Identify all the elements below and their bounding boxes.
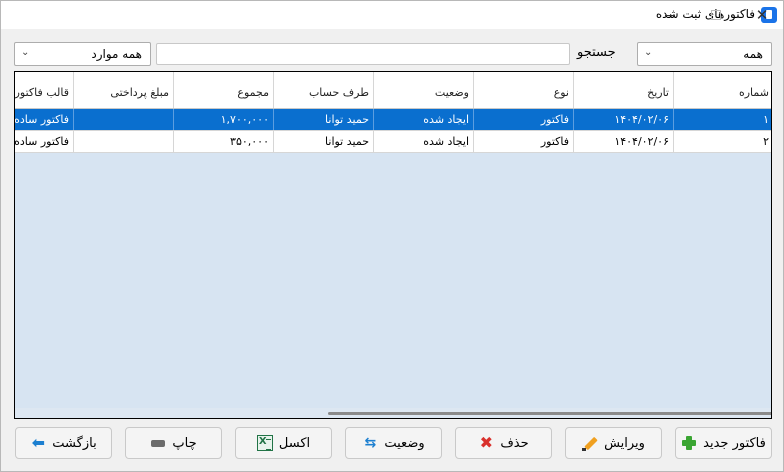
search-label: جستجو [577,45,616,60]
cell-account: حمید توانا [273,131,373,152]
cell-paid [73,131,173,152]
print-label: چاپ [172,435,197,451]
delete-icon: ✖ [479,433,494,452]
status-button[interactable]: ⇆ وضعیت [345,427,442,459]
cell-template: فاکتور ساده [15,113,69,126]
cell-status: ایجاد شده [373,109,473,130]
search-input[interactable] [156,43,570,65]
back-button[interactable]: ⬅ بازگشت [15,427,112,459]
new-invoice-label: فاکتور جدید [703,435,766,451]
edit-button[interactable]: ویرایش [565,427,662,459]
status-filter-dropdown[interactable]: همه موارد ⌄ [14,42,151,66]
excel-label: اکسل [278,435,311,451]
cell-date: ۱۴۰۴/۰۲/۰۶ [573,131,673,152]
scope-dropdown-value: همه [743,47,763,61]
plus-icon [681,435,697,451]
maximize-button[interactable] [693,1,739,29]
excel-export-button[interactable]: اکسل [235,427,332,459]
column-header-template[interactable]: قالب فاکتور [15,72,73,108]
cell-date: ۱۴۰۴/۰۲/۰۶ [573,109,673,130]
cell-account: حمید توانا [273,109,373,130]
delete-button[interactable]: ✖ حذف [455,427,552,459]
chevron-down-icon: ⌄ [644,47,653,58]
cell-type: فاکتور [473,131,573,152]
column-header-total[interactable]: مجموع [173,72,273,108]
status-label: وضعیت [384,435,425,451]
cell-type: فاکتور [473,109,573,130]
column-header-date[interactable]: تاریخ [573,72,673,108]
swap-icon: ⇆ [364,435,377,451]
column-header-paid[interactable]: مبلغ پرداختی [73,72,173,108]
arrow-left-icon: ⬅ [31,433,45,452]
close-icon: ✕ [755,6,769,24]
cell-number: ۱ [673,109,771,130]
invoices-window: فاکتورهای ثبت شده ✕ همه ⌄ جستجو همه موار… [0,0,784,472]
table-row[interactable]: ۲ ۱۴۰۴/۰۲/۰۶ فاکتور ایجاد شده حمید توانا… [15,131,771,153]
minimize-button[interactable] [647,1,693,29]
grid-header: شماره تاریخ نوع وضعیت طرف حساب مجموع مبل… [15,72,771,109]
print-button[interactable]: چاپ [125,427,222,459]
status-filter-value: همه موارد [91,47,142,61]
delete-label: حذف [500,435,529,451]
cell-paid [73,109,173,130]
scope-dropdown[interactable]: همه ⌄ [637,42,772,66]
new-invoice-button[interactable]: فاکتور جدید [675,427,772,459]
edit-label: ویرایش [604,435,645,451]
printer-icon [150,435,166,452]
cell-template: فاکتور ساده [15,135,69,148]
horizontal-scrollbar[interactable] [15,408,771,418]
scrollbar-thumb[interactable] [328,412,771,415]
pencil-icon [582,435,598,451]
cell-total: ۱,۷۰۰,۰۰۰ [173,109,273,130]
minimize-icon [665,14,675,16]
column-header-account[interactable]: طرف حساب [273,72,373,108]
title-bar[interactable]: فاکتورهای ثبت شده ✕ [1,1,783,29]
invoices-grid[interactable]: شماره تاریخ نوع وضعیت طرف حساب مجموع مبل… [14,71,772,419]
column-header-status[interactable]: وضعیت [373,72,473,108]
cell-number: ۲ [673,131,771,152]
column-header-type[interactable]: نوع [473,72,573,108]
cell-status: ایجاد شده [373,131,473,152]
table-row[interactable]: ۱ ۱۴۰۴/۰۲/۰۶ فاکتور ایجاد شده حمید توانا… [15,109,771,131]
back-label: بازگشت [52,435,97,451]
chevron-down-icon: ⌄ [21,47,30,58]
close-button[interactable]: ✕ [739,1,784,29]
excel-icon [256,435,273,451]
maximize-icon [711,10,721,20]
cell-total: ۳۵۰,۰۰۰ [173,131,273,152]
column-header-number[interactable]: شماره [673,72,771,108]
